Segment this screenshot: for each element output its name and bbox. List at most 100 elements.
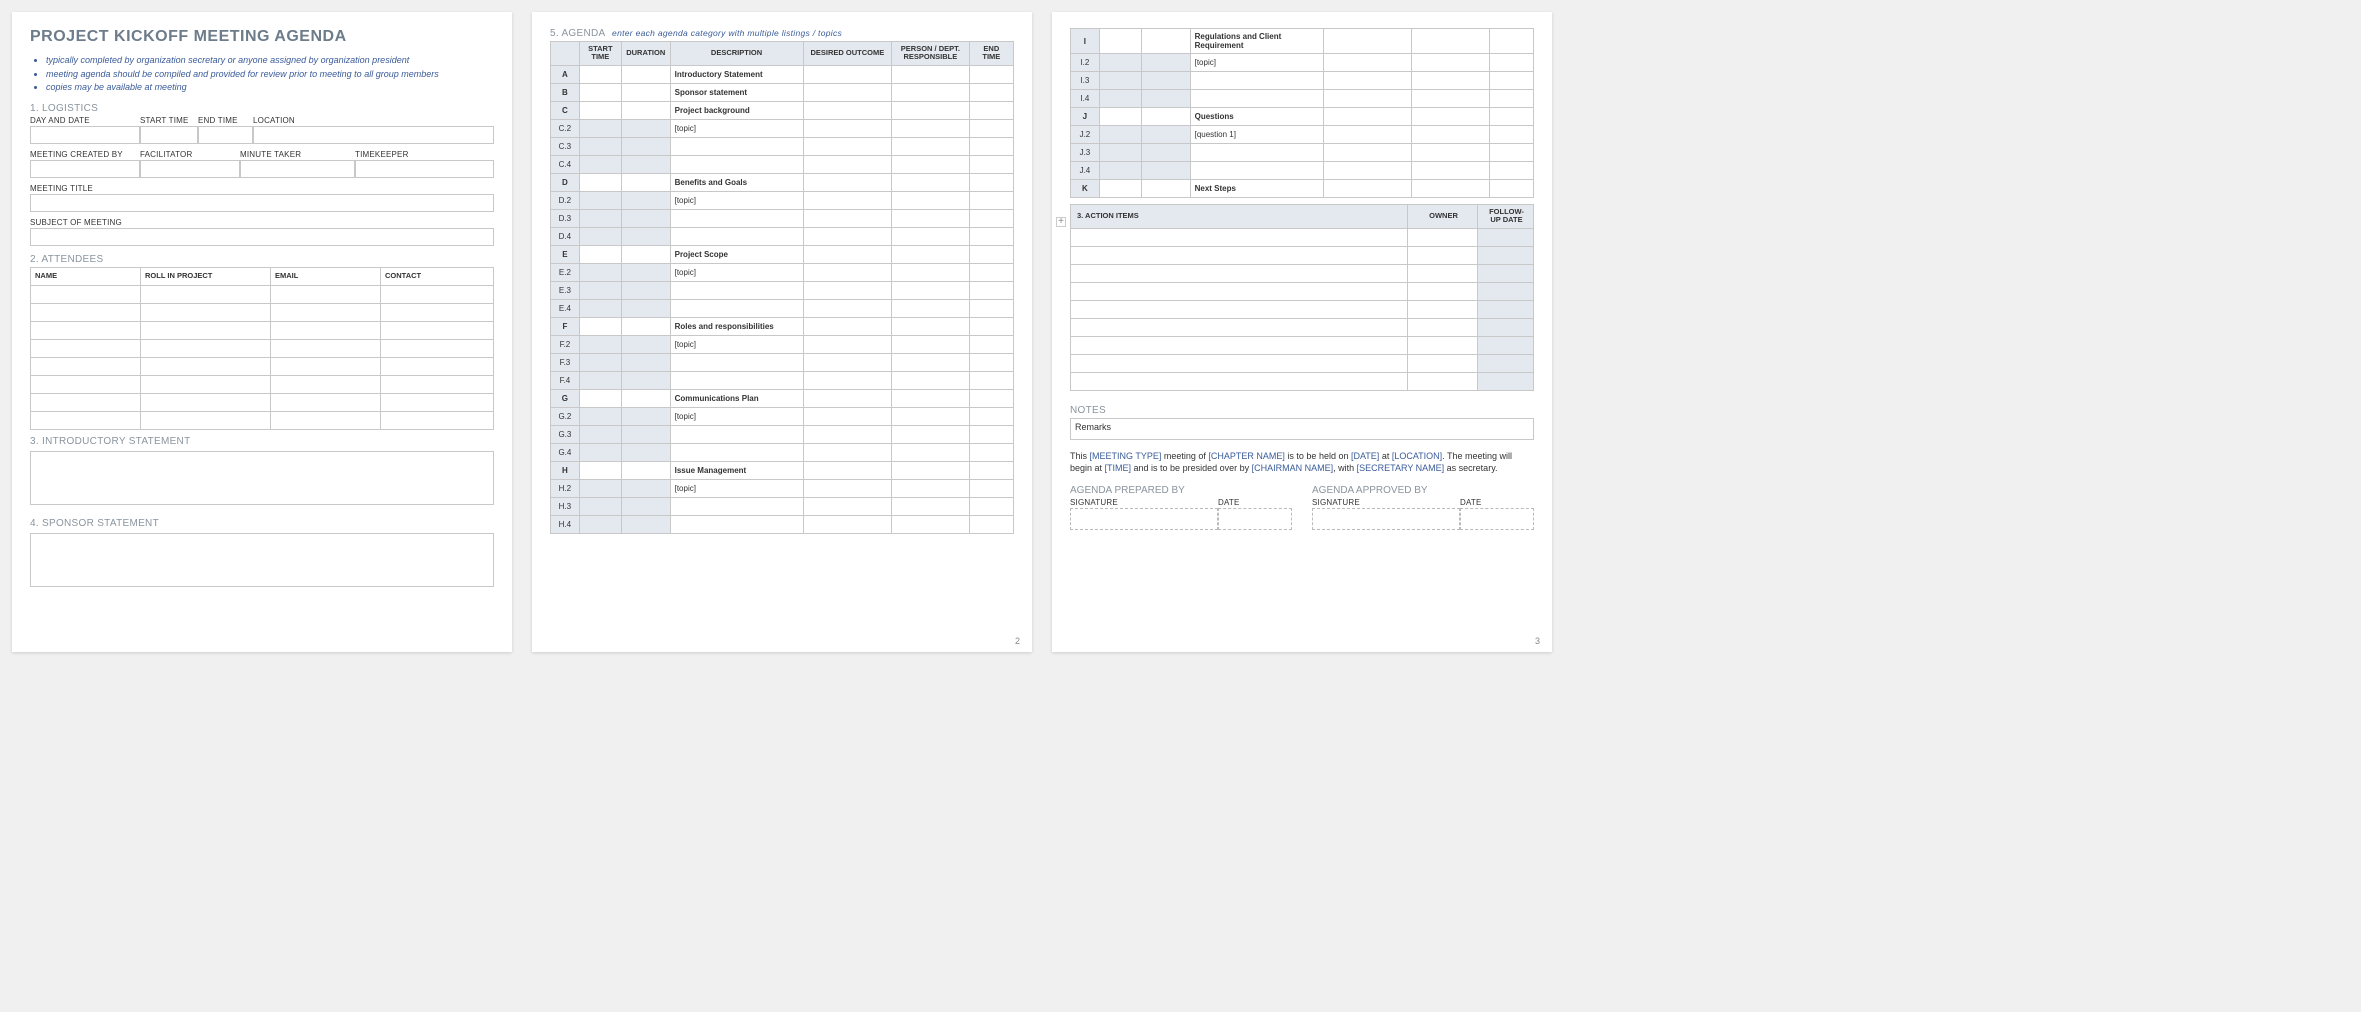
input-created[interactable]: [30, 160, 140, 178]
section-intro: 3. INTRODUCTORY STATEMENT: [30, 436, 494, 447]
agenda-row[interactable]: J.4: [1071, 162, 1534, 180]
section-logistics: 1. LOGISTICS: [30, 103, 494, 114]
agenda-row[interactable]: GCommunications Plan: [551, 389, 1014, 407]
agenda-row[interactable]: C.3: [551, 137, 1014, 155]
agenda-row[interactable]: H.2[topic]: [551, 479, 1014, 497]
input-start[interactable]: [140, 126, 198, 144]
ag-col-end: END TIME: [969, 42, 1013, 66]
agenda-row[interactable]: G.4: [551, 443, 1014, 461]
input-end[interactable]: [198, 126, 253, 144]
agenda-row[interactable]: D.2[topic]: [551, 191, 1014, 209]
label-minute: MINUTE TAKER: [240, 150, 355, 160]
agenda-row[interactable]: I.2[topic]: [1071, 54, 1534, 72]
label-subject: SUBJECT OF MEETING: [30, 218, 494, 228]
page-2: 5. AGENDA enter each agenda category wit…: [532, 12, 1032, 652]
attendee-row[interactable]: [31, 285, 494, 303]
attendee-row[interactable]: [31, 393, 494, 411]
action-row[interactable]: [1071, 282, 1534, 300]
attendee-row[interactable]: [31, 303, 494, 321]
agenda-row[interactable]: HIssue Management: [551, 461, 1014, 479]
agenda-row[interactable]: G.2[topic]: [551, 407, 1014, 425]
date-box[interactable]: [1218, 508, 1292, 530]
action-row[interactable]: [1071, 228, 1534, 246]
agenda-row[interactable]: D.4: [551, 227, 1014, 245]
agenda-row[interactable]: F.4: [551, 371, 1014, 389]
remarks-box[interactable]: Remarks: [1070, 418, 1534, 440]
page-number: 3: [1535, 636, 1540, 646]
prepared-header: AGENDA PREPARED BY: [1070, 485, 1292, 496]
agenda-row[interactable]: H.3: [551, 497, 1014, 515]
agenda-row[interactable]: C.4: [551, 155, 1014, 173]
input-location[interactable]: [253, 126, 494, 144]
action-row[interactable]: [1071, 246, 1534, 264]
ag-col-out: DESIRED OUTCOME: [803, 42, 892, 66]
action-row[interactable]: [1071, 354, 1534, 372]
section-sponsor: 4. SPONSOR STATEMENT: [30, 518, 494, 529]
note-item: typically completed by organization secr…: [46, 54, 494, 68]
agenda-hint: enter each agenda category with multiple…: [612, 28, 842, 38]
label-day-date: DAY AND DATE: [30, 116, 140, 126]
agenda-row[interactable]: J.2[question 1]: [1071, 126, 1534, 144]
agenda-table-cont: IRegulations and Client RequirementI.2[t…: [1070, 28, 1534, 198]
input-minute[interactable]: [240, 160, 355, 178]
input-timekeeper[interactable]: [355, 160, 494, 178]
input-meeting-title[interactable]: [30, 194, 494, 212]
agenda-row[interactable]: FRoles and responsibilities: [551, 317, 1014, 335]
agenda-row[interactable]: JQuestions: [1071, 108, 1534, 126]
signature-box[interactable]: [1312, 508, 1460, 530]
agenda-table: START TIME DURATION DESCRIPTION DESIRED …: [550, 41, 1014, 534]
doc-title: PROJECT KICKOFF MEETING AGENDA: [30, 28, 494, 46]
agenda-row[interactable]: DBenefits and Goals: [551, 173, 1014, 191]
input-day-date[interactable]: [30, 126, 140, 144]
attendee-row[interactable]: [31, 357, 494, 375]
agenda-row[interactable]: E.4: [551, 299, 1014, 317]
agenda-row[interactable]: C.2[topic]: [551, 119, 1014, 137]
signature-label: SIGNATURE: [1312, 498, 1460, 508]
agenda-row[interactable]: F.3: [551, 353, 1014, 371]
attendee-row[interactable]: [31, 375, 494, 393]
label-created: MEETING CREATED BY: [30, 150, 140, 160]
agenda-row[interactable]: EProject Scope: [551, 245, 1014, 263]
agenda-row[interactable]: CProject background: [551, 101, 1014, 119]
ag-col-desc: DESCRIPTION: [670, 42, 803, 66]
agenda-row[interactable]: E.3: [551, 281, 1014, 299]
attendees-table: NAME ROLL IN PROJECT EMAIL CONTACT: [30, 267, 494, 430]
attendee-row[interactable]: [31, 411, 494, 429]
action-row[interactable]: [1071, 300, 1534, 318]
agenda-row[interactable]: D.3: [551, 209, 1014, 227]
intro-textarea[interactable]: [30, 451, 494, 505]
action-row[interactable]: [1071, 336, 1534, 354]
agenda-row[interactable]: AIntroductory Statement: [551, 65, 1014, 83]
agenda-row[interactable]: IRegulations and Client Requirement: [1071, 29, 1534, 54]
label-meeting-title: MEETING TITLE: [30, 184, 494, 194]
ag-col-blank: [551, 42, 580, 66]
agenda-row[interactable]: I.3: [1071, 72, 1534, 90]
input-facilitator[interactable]: [140, 160, 240, 178]
action-row[interactable]: [1071, 318, 1534, 336]
action-col-owner: OWNER: [1408, 205, 1478, 229]
approved-by: AGENDA APPROVED BY SIGNATURE DATE: [1312, 485, 1534, 530]
signature-box[interactable]: [1070, 508, 1218, 530]
agenda-row[interactable]: BSponsor statement: [551, 83, 1014, 101]
action-items-table: 3. ACTION ITEMS OWNER FOLLOW-UP DATE: [1070, 204, 1534, 391]
attendee-row[interactable]: [31, 321, 494, 339]
doc-notes: typically completed by organization secr…: [30, 54, 494, 95]
input-subject[interactable]: [30, 228, 494, 246]
agenda-row[interactable]: G.3: [551, 425, 1014, 443]
agenda-row[interactable]: I.4: [1071, 90, 1534, 108]
agenda-row[interactable]: KNext Steps: [1071, 180, 1534, 198]
attendee-row[interactable]: [31, 339, 494, 357]
prepared-by: AGENDA PREPARED BY SIGNATURE DATE: [1070, 485, 1292, 530]
agenda-row[interactable]: J.3: [1071, 144, 1534, 162]
ag-col-start: START TIME: [579, 42, 621, 66]
expand-handle-icon[interactable]: +: [1056, 217, 1066, 227]
agenda-row[interactable]: E.2[topic]: [551, 263, 1014, 281]
agenda-row[interactable]: F.2[topic]: [551, 335, 1014, 353]
action-row[interactable]: [1071, 372, 1534, 390]
label-facilitator: FACILITATOR: [140, 150, 240, 160]
page-1: PROJECT KICKOFF MEETING AGENDA typically…: [12, 12, 512, 652]
action-row[interactable]: [1071, 264, 1534, 282]
date-box[interactable]: [1460, 508, 1534, 530]
agenda-row[interactable]: H.4: [551, 515, 1014, 533]
sponsor-textarea[interactable]: [30, 533, 494, 587]
